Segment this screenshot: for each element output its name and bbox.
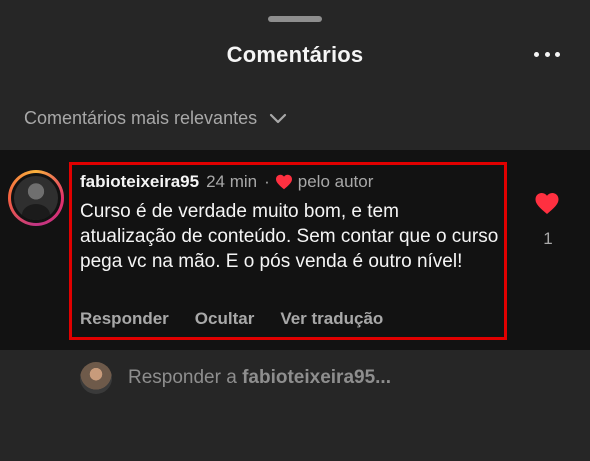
separator: · <box>264 172 270 191</box>
comment-text: Curso é de verdade muito bom, e tem atua… <box>80 201 499 272</box>
comment-time: 24 min <box>206 172 258 191</box>
reply-prefix: Responder a <box>128 367 237 388</box>
avatar[interactable] <box>8 170 64 226</box>
chevron-down-icon <box>270 113 287 123</box>
page-title: Comentários <box>226 42 364 67</box>
reply-button[interactable]: Responder <box>80 309 169 329</box>
heart-icon <box>275 174 292 190</box>
comments-sheet: Comentários Comentários mais relevantes … <box>0 0 590 461</box>
drag-handle[interactable] <box>268 16 322 22</box>
sort-label: Comentários mais relevantes <box>24 108 258 128</box>
reply-input[interactable]: Responder a fabioteixeira95... <box>128 367 391 389</box>
like-count: 1 <box>543 229 553 248</box>
current-user-avatar <box>80 362 112 394</box>
translate-button[interactable]: Ver tradução <box>280 309 383 329</box>
more-options-icon[interactable] <box>534 44 560 64</box>
comment-username[interactable]: fabioteixeira95 <box>80 172 199 192</box>
hide-button[interactable]: Ocultar <box>195 309 255 329</box>
sort-dropdown[interactable]: Comentários mais relevantes <box>24 108 287 129</box>
reply-composer: Responder a fabioteixeira95... <box>80 362 391 394</box>
comment-actions: Responder Ocultar Ver tradução <box>80 309 409 329</box>
comment-header: fabioteixeira95 24 min · pelo autor <box>80 172 373 192</box>
reply-target: fabioteixeira95... <box>242 367 391 388</box>
like-heart-icon[interactable] <box>534 192 560 215</box>
liked-by-author-label: pelo autor <box>297 172 374 191</box>
